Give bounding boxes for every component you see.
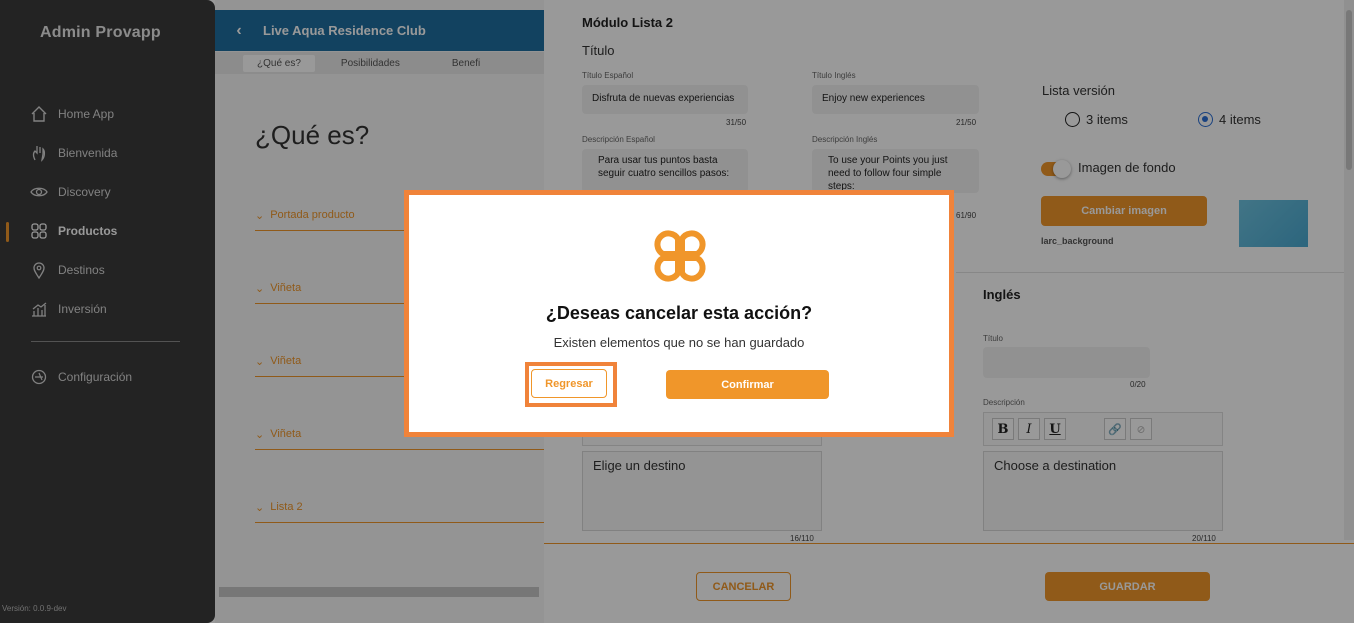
confirm-dialog: ¿Deseas cancelar esta acción? Existen el… (404, 190, 954, 437)
dialog-subtitle: Existen elementos que no se han guardado (553, 335, 805, 350)
confirm-button[interactable]: Confirmar (666, 370, 829, 399)
dialog-title: ¿Deseas cancelar esta acción? (545, 303, 813, 323)
back-button[interactable]: Regresar (531, 369, 607, 398)
clover-logo-icon (654, 230, 706, 282)
